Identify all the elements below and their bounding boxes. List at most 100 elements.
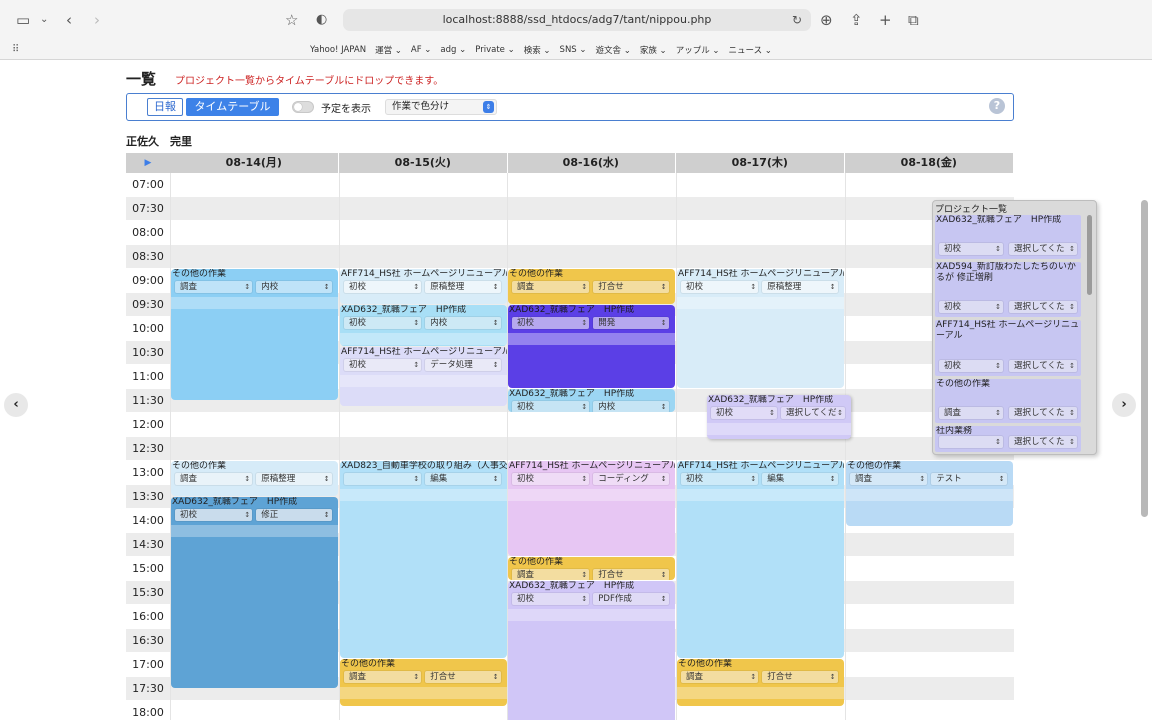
- help-icon[interactable]: ?: [989, 98, 1005, 114]
- time-entry[interactable]: XAD632_就職フェア HP作成初校内校: [508, 389, 675, 412]
- bookmark-item[interactable]: 遊文舎 ⌄: [596, 44, 631, 56]
- bookmark-item[interactable]: SNS ⌄: [560, 45, 587, 55]
- process-select[interactable]: 初校: [344, 281, 422, 293]
- process-select[interactable]: 初校: [512, 593, 590, 605]
- task-select[interactable]: 内校: [256, 281, 332, 293]
- task-select[interactable]: PDF作成: [593, 593, 669, 605]
- process-select[interactable]: 調査: [850, 473, 928, 485]
- process-select[interactable]: 初校: [681, 281, 759, 293]
- task-select[interactable]: 編集: [425, 473, 501, 485]
- bookmark-item[interactable]: アップル ⌄: [676, 44, 720, 56]
- process-select[interactable]: 初校: [939, 243, 1003, 255]
- project-item[interactable]: AFF714_HS社 ホームページリニューアル初校選択してくた: [935, 320, 1081, 376]
- process-select[interactable]: 初校: [175, 509, 253, 521]
- download-icon[interactable]: ⊕: [820, 10, 833, 30]
- task-select[interactable]: 内校: [425, 317, 501, 329]
- time-entry[interactable]: XAD632_就職フェア HP作成初校選択してくだ: [707, 395, 851, 439]
- bookmark-item[interactable]: adg ⌄: [440, 45, 466, 55]
- color-mode-select[interactable]: 作業で色分け ⇕: [385, 99, 497, 115]
- address-bar[interactable]: localhost:8888/ssd_htdocs/adg7/tant/nipp…: [343, 9, 811, 31]
- process-select[interactable]: 調査: [512, 569, 590, 580]
- grid-icon[interactable]: ⠿: [12, 44, 19, 55]
- task-select[interactable]: 選択してくた: [1009, 407, 1077, 419]
- shield-icon[interactable]: ◐: [316, 10, 327, 30]
- process-select[interactable]: 初校: [681, 473, 759, 485]
- task-select[interactable]: 選択してくた: [1009, 301, 1077, 313]
- task-select[interactable]: 選択してくた: [1009, 360, 1077, 372]
- task-select[interactable]: 打合せ: [425, 671, 501, 683]
- time-entry[interactable]: その他の作業調査原稿整理: [171, 461, 338, 496]
- reload-icon[interactable]: ↻: [792, 10, 802, 30]
- forward-icon[interactable]: ›: [94, 10, 100, 30]
- process-select[interactable]: 初校: [939, 360, 1003, 372]
- time-entry[interactable]: その他の作業調査打合せ: [508, 269, 675, 304]
- prev-week-button[interactable]: ‹: [4, 393, 28, 417]
- time-entry[interactable]: XAD632_就職フェア HP作成初校修正: [171, 497, 338, 688]
- task-select[interactable]: 修正: [256, 509, 332, 521]
- next-week-button[interactable]: ›: [1112, 393, 1136, 417]
- time-entry[interactable]: AFF714_HS社 ホームページリニューアル初校データ処理: [340, 347, 507, 406]
- time-entry[interactable]: AFF714_HS社 ホームページリニューアル初校コーディング: [508, 461, 675, 556]
- time-entry[interactable]: その他の作業調査打合せ: [508, 557, 675, 580]
- bookmark-item[interactable]: 運営 ⌄: [375, 44, 402, 56]
- time-entry[interactable]: その他の作業調査打合せ: [677, 659, 844, 706]
- project-item[interactable]: その他の作業調査選択してくた: [935, 379, 1081, 423]
- time-entry[interactable]: AFF714_HS社 ホームページリニューアル初校編集: [677, 461, 844, 658]
- process-select[interactable]: 初校: [939, 301, 1003, 313]
- time-entry[interactable]: その他の作業調査内校: [171, 269, 338, 400]
- bookmark-item[interactable]: Yahoo! JAPAN: [310, 45, 366, 55]
- tab-timetable[interactable]: タイムテーブル: [186, 98, 279, 116]
- play-icon[interactable]: ▶: [126, 153, 170, 173]
- process-select[interactable]: 初校: [711, 407, 777, 419]
- bookmark-item[interactable]: 家族 ⌄: [640, 44, 667, 56]
- process-select[interactable]: 調査: [344, 671, 422, 683]
- task-select[interactable]: 原稿整理: [762, 281, 838, 293]
- process-select[interactable]: [939, 436, 1003, 448]
- task-select[interactable]: 打合せ: [593, 569, 669, 580]
- process-select[interactable]: 調査: [939, 407, 1003, 419]
- task-select[interactable]: 選択してくた: [1009, 436, 1077, 448]
- time-entry[interactable]: XAD823_自動車学校の取り組み（人事交流） 編集: [340, 461, 507, 658]
- share-icon[interactable]: ⇪: [850, 10, 863, 30]
- process-select[interactable]: 初校: [512, 317, 590, 329]
- task-select[interactable]: 編集: [762, 473, 838, 485]
- task-select[interactable]: 選択してくた: [1009, 243, 1077, 255]
- process-select[interactable]: 初校: [344, 317, 422, 329]
- task-select[interactable]: 打合せ: [593, 281, 669, 293]
- process-select[interactable]: 調査: [175, 281, 253, 293]
- tab-daily[interactable]: 日報: [147, 98, 183, 116]
- task-select[interactable]: 原稿整理: [425, 281, 501, 293]
- time-entry[interactable]: AFF714_HS社 ホームページリニューアル初校原稿整理: [677, 269, 844, 388]
- process-select[interactable]: 初校: [512, 401, 590, 412]
- bookmark-item[interactable]: 検索 ⌄: [524, 44, 551, 56]
- time-entry[interactable]: XAD632_就職フェア HP作成初校内校: [340, 305, 507, 346]
- sidebar-icon[interactable]: ▭: [16, 10, 30, 30]
- task-select[interactable]: テスト: [931, 473, 1007, 485]
- task-select[interactable]: コーディング: [593, 473, 669, 485]
- project-item[interactable]: XAD594_新訂版わたしたちのいかるが 修正増刷初校選択してくた: [935, 262, 1081, 317]
- bookmark-item[interactable]: AF ⌄: [411, 45, 432, 55]
- panel-scrollbar[interactable]: [1087, 215, 1092, 295]
- project-item[interactable]: 社内業務選択してくた: [935, 426, 1081, 452]
- process-select[interactable]: 調査: [512, 281, 590, 293]
- project-list-panel[interactable]: プロジェクト一覧 XAD632_就職フェア HP作成初校選択してくたXAD594…: [932, 200, 1097, 455]
- process-select[interactable]: 調査: [175, 473, 253, 485]
- process-select[interactable]: 調査: [681, 671, 759, 683]
- task-select[interactable]: 選択してくだ: [781, 407, 845, 419]
- process-select[interactable]: [344, 473, 422, 485]
- task-select[interactable]: データ処理: [425, 359, 501, 371]
- time-entry[interactable]: AFF714_HS社 ホームページリニューアル初校原稿整理: [340, 269, 507, 304]
- bookmark-item[interactable]: ニュース ⌄: [729, 44, 772, 56]
- star-icon[interactable]: ☆: [285, 10, 298, 30]
- project-item[interactable]: XAD632_就職フェア HP作成初校選択してくた: [935, 215, 1081, 259]
- task-select[interactable]: 打合せ: [762, 671, 838, 683]
- schedule-toggle[interactable]: [292, 101, 314, 113]
- tabs-overview-icon[interactable]: ⧉: [908, 10, 919, 30]
- new-tab-icon[interactable]: +: [879, 10, 892, 30]
- bookmark-item[interactable]: Private ⌄: [475, 45, 514, 55]
- task-select[interactable]: 開発: [593, 317, 669, 329]
- page-scrollbar[interactable]: [1141, 200, 1148, 517]
- time-entry[interactable]: その他の作業調査テスト: [846, 461, 1013, 526]
- time-entry[interactable]: その他の作業調査打合せ: [340, 659, 507, 706]
- time-entry[interactable]: XAD632_就職フェア HP作成初校PDF作成: [508, 581, 675, 720]
